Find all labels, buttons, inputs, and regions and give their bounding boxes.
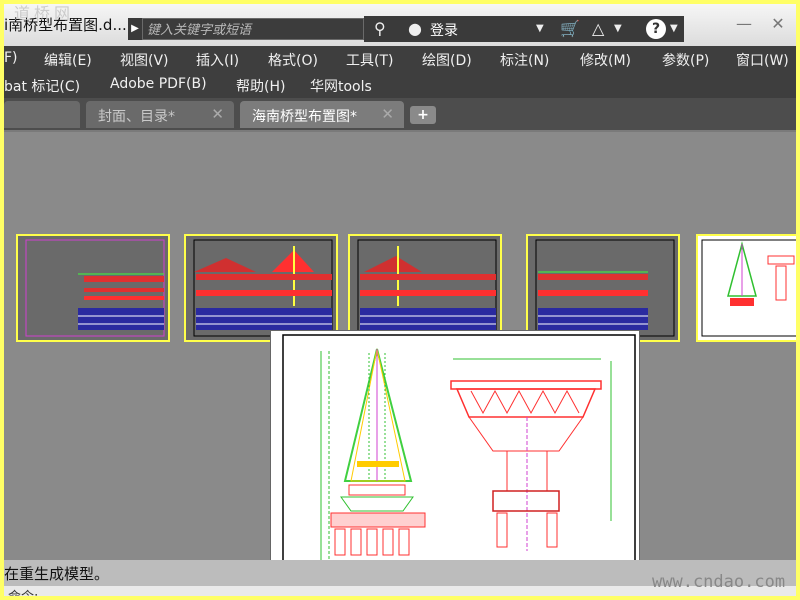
minimize-button[interactable]: —	[732, 14, 756, 36]
chevron-down-icon[interactable]: ▼	[670, 23, 678, 34]
menu-dimension[interactable]: 标注(N)	[500, 50, 549, 70]
search-input[interactable]	[143, 20, 363, 41]
close-icon[interactable]: ✕	[211, 105, 224, 123]
thumbnail-drawing	[193, 239, 333, 337]
watermark-top: 道桥网	[14, 4, 75, 23]
login-button[interactable]: 登录	[430, 20, 458, 40]
menu-huawang-tools[interactable]: 华网tools	[310, 76, 372, 96]
tab-hainan-layout[interactable]: 海南桥型布置图* ✕	[240, 101, 404, 128]
preview-drawing	[282, 334, 636, 588]
menu-modify[interactable]: 修改(M)	[580, 50, 631, 70]
drawing-thumbnail-4[interactable]	[526, 234, 680, 342]
menu-view[interactable]: 视图(V)	[120, 50, 169, 70]
cart-icon[interactable]: 🛒	[560, 19, 580, 38]
menu-help[interactable]: 帮助(H)	[236, 76, 285, 96]
menu-insert[interactable]: 插入(I)	[196, 50, 239, 70]
application-window: i南桥型布置图.d... 道桥网 ▶ ⚲ ● 登录 ▼ 🛒 △ ▼ ? ▼ — …	[4, 4, 796, 596]
add-tab-button[interactable]: +	[410, 106, 436, 124]
thumbnail-drawing	[357, 239, 497, 337]
binoculars-icon[interactable]: ⚲	[374, 19, 386, 38]
drawing-thumbnail-3[interactable]	[348, 234, 502, 342]
help-icon[interactable]: ?	[646, 19, 666, 39]
tab-label: 海南桥型布置图*	[252, 109, 357, 125]
title-bar: i南桥型布置图.d... 道桥网 ▶ ⚲ ● 登录 ▼ 🛒 △ ▼ ? ▼ — …	[4, 4, 796, 47]
drawing-thumbnail-1[interactable]	[16, 234, 170, 342]
chevron-down-icon[interactable]: ▼	[536, 23, 544, 34]
toolbar-right: ⚲ ● 登录 ▼ 🛒 △ ▼ ? ▼	[364, 16, 684, 42]
status-message: 在重生成模型。	[4, 565, 110, 583]
menu-draw[interactable]: 绘图(D)	[422, 50, 472, 70]
chevron-down-icon[interactable]: ▼	[614, 23, 622, 34]
tab-label: 封面、目录*	[98, 109, 175, 125]
site-watermark: www.cndao.com	[652, 572, 786, 592]
menu-acrobat-markup[interactable]: bat 标记(C)	[4, 76, 80, 96]
command-prompt: 命令:	[8, 586, 38, 596]
drawing-thumbnail-2[interactable]	[184, 234, 338, 342]
tab-previous[interactable]	[4, 101, 80, 128]
thumbnail-drawing	[701, 239, 796, 337]
drawing-thumbnail-5-selected[interactable]	[696, 234, 796, 342]
exchange-icon[interactable]: △	[592, 19, 604, 38]
menu-window[interactable]: 窗口(W)	[736, 50, 789, 70]
menu-format[interactable]: 格式(O)	[268, 50, 318, 70]
menu-file[interactable]: F)	[4, 50, 18, 66]
thumbnail-drawing	[535, 239, 675, 337]
user-icon[interactable]: ●	[408, 19, 422, 38]
menu-edit[interactable]: 编辑(E)	[44, 50, 92, 70]
drawing-preview	[270, 330, 640, 594]
tab-cover-contents[interactable]: 封面、目录* ✕	[86, 101, 234, 128]
menu-parameters[interactable]: 参数(P)	[662, 50, 709, 70]
menu-bar: F) 编辑(E) 视图(V) 插入(I) 格式(O) 工具(T) 绘图(D) 标…	[4, 46, 796, 98]
thumbnail-drawing	[25, 239, 165, 337]
expand-arrow-button[interactable]: ▶	[128, 18, 142, 40]
menu-tools[interactable]: 工具(T)	[346, 50, 393, 70]
menu-adobe-pdf[interactable]: Adobe PDF(B)	[110, 76, 207, 92]
search-box[interactable]	[142, 18, 364, 41]
document-tab-bar: 封面、目录* ✕ 海南桥型布置图* ✕ +	[4, 98, 796, 132]
close-button[interactable]: ✕	[766, 14, 790, 36]
close-icon[interactable]: ✕	[381, 105, 394, 123]
